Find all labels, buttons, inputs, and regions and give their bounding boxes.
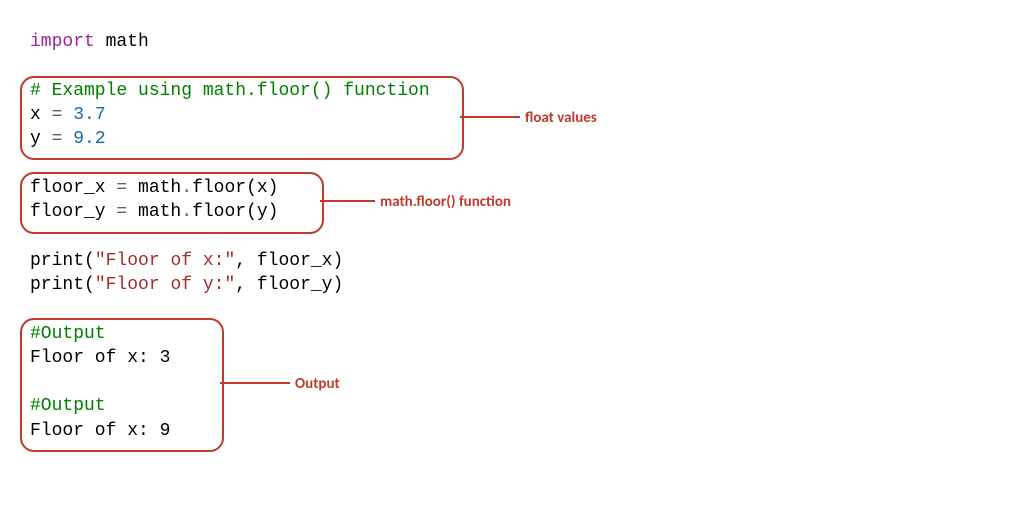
- annotation-line-2: [320, 200, 375, 202]
- annotation-text-math-floor: math.floor() function: [380, 192, 511, 212]
- blank-line: [20, 54, 980, 78]
- blank-line: [20, 370, 980, 394]
- print-x-line: print("Floor of x:", floor_x): [20, 249, 980, 273]
- output-line-1: Floor of x: 3: [20, 346, 980, 370]
- blank-line: [20, 297, 980, 321]
- comment-text: # Example using math.floor() function: [30, 81, 430, 101]
- output-line-2: Floor of x: 9: [20, 419, 980, 443]
- output-comment-2: #Output: [20, 394, 980, 418]
- code-example: import math # Example using math.floor()…: [20, 30, 980, 443]
- annotation-text-output: Output: [295, 374, 340, 394]
- blank-line: [20, 224, 980, 248]
- code-line-import: import math: [20, 30, 980, 54]
- module-math: math: [95, 32, 149, 52]
- keyword-import: import: [30, 32, 95, 52]
- assign-y: y = 9.2: [20, 127, 980, 151]
- blank-line: [20, 151, 980, 175]
- annotation-line-3: [220, 382, 290, 384]
- annotation-text-float-values: float values: [525, 108, 597, 128]
- annotation-line-1: [460, 116, 520, 118]
- print-y-line: print("Floor of y:", floor_y): [20, 273, 980, 297]
- comment-line-1: # Example using math.floor() function: [20, 79, 980, 103]
- output-comment-1: #Output: [20, 322, 980, 346]
